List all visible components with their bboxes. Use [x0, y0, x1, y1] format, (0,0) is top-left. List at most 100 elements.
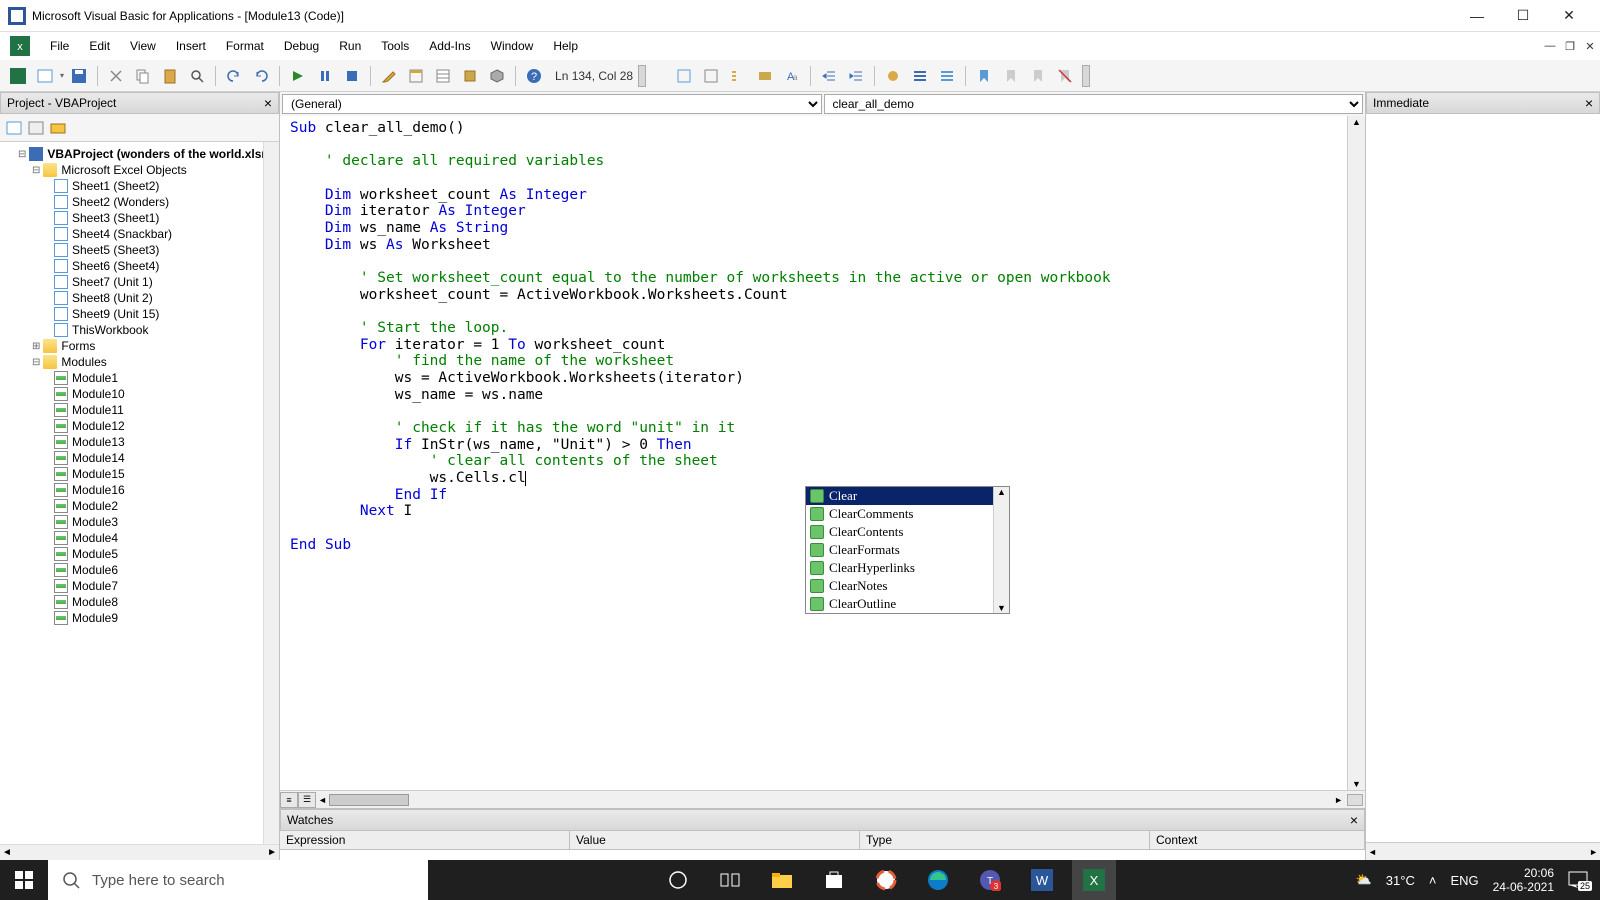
undo-button[interactable]	[222, 64, 246, 88]
view-code-button[interactable]	[6, 120, 22, 136]
tree-module-item[interactable]: Module8	[54, 594, 277, 610]
tree-sheet-item[interactable]: Sheet2 (Wonders)	[54, 194, 277, 210]
intellisense-item[interactable]: ClearContents	[806, 523, 1009, 541]
intellisense-scrollbar[interactable]: ▲▼	[993, 487, 1009, 613]
insert-dropdown-button[interactable]	[33, 64, 57, 88]
tree-module-item[interactable]: Module14	[54, 450, 277, 466]
intellisense-item[interactable]: ClearComments	[806, 505, 1009, 523]
start-button[interactable]	[0, 860, 48, 900]
tree-module-item[interactable]: Module5	[54, 546, 277, 562]
toolbox-button[interactable]	[485, 64, 509, 88]
immediate-text-area[interactable]	[1366, 114, 1600, 842]
menu-format[interactable]: Format	[216, 35, 274, 57]
project-tree[interactable]: VBAProject (wonders of the world.xlsm) M…	[0, 142, 279, 844]
object-scope-dropdown[interactable]: (General)	[282, 94, 822, 114]
watches-column-header[interactable]: Type	[860, 831, 1150, 849]
run-button[interactable]	[286, 64, 310, 88]
tree-modules-folder[interactable]: Modules	[32, 354, 277, 370]
teams-button[interactable]: T3	[968, 860, 1012, 900]
cut-button[interactable]	[104, 64, 128, 88]
paste-button[interactable]	[158, 64, 182, 88]
project-explorer-button[interactable]	[404, 64, 428, 88]
temperature-label[interactable]: 31°C	[1386, 873, 1415, 888]
microsoft-store-button[interactable]	[812, 860, 856, 900]
tree-module-item[interactable]: Module15	[54, 466, 277, 482]
tree-sheet-item[interactable]: Sheet8 (Unit 2)	[54, 290, 277, 306]
outdent-button[interactable]	[844, 64, 868, 88]
tree-sheet-item[interactable]: Sheet5 (Sheet3)	[54, 242, 277, 258]
toggle-folders-button[interactable]	[50, 120, 66, 136]
tree-module-item[interactable]: Module16	[54, 482, 277, 498]
tree-sheet-item[interactable]: Sheet9 (Unit 15)	[54, 306, 277, 322]
toolbar-overflow-2[interactable]	[1082, 65, 1090, 87]
tree-module-item[interactable]: Module11	[54, 402, 277, 418]
find-button[interactable]	[185, 64, 209, 88]
tree-sheet-item[interactable]: Sheet7 (Unit 1)	[54, 274, 277, 290]
tree-module-item[interactable]: Module13	[54, 434, 277, 450]
intellisense-popup[interactable]: ClearClearCommentsClearContentsClearForm…	[805, 486, 1010, 614]
redo-button[interactable]	[249, 64, 273, 88]
watches-close-button[interactable]: ×	[1350, 812, 1358, 828]
intellisense-item[interactable]: ClearNotes	[806, 577, 1009, 595]
tree-sheet-item[interactable]: Sheet4 (Snackbar)	[54, 226, 277, 242]
immediate-horizontal-scrollbar[interactable]: ◄►	[1366, 842, 1600, 860]
menu-debug[interactable]: Debug	[274, 35, 329, 57]
mdi-minimize-button[interactable]: —	[1540, 36, 1560, 56]
breakpoint-button[interactable]	[881, 64, 905, 88]
file-explorer-button[interactable]	[760, 860, 804, 900]
language-indicator[interactable]: ENG	[1450, 873, 1478, 888]
mdi-close-button[interactable]: ✕	[1580, 36, 1600, 56]
full-module-view-button[interactable]: ☰	[298, 792, 316, 808]
procedure-view-button[interactable]: ≡	[280, 792, 298, 808]
task-view-button[interactable]	[708, 860, 752, 900]
cortana-button[interactable]	[656, 860, 700, 900]
tree-sheet-item[interactable]: Sheet1 (Sheet2)	[54, 178, 277, 194]
save-button[interactable]	[67, 64, 91, 88]
design-mode-button[interactable]	[377, 64, 401, 88]
tree-module-item[interactable]: Module9	[54, 610, 277, 626]
tree-vertical-scrollbar[interactable]	[263, 142, 279, 844]
uncomment-block-button[interactable]	[935, 64, 959, 88]
immediate-close-button[interactable]: ×	[1585, 95, 1593, 111]
browser-button-1[interactable]	[864, 860, 908, 900]
tree-module-item[interactable]: Module7	[54, 578, 277, 594]
word-button[interactable]: W	[1020, 860, 1064, 900]
bookmark-toggle-button[interactable]	[972, 64, 996, 88]
tree-forms-folder[interactable]: Forms	[32, 338, 277, 354]
mdi-restore-button[interactable]: ❐	[1560, 36, 1580, 56]
intellisense-item[interactable]: ClearFormats	[806, 541, 1009, 559]
tree-module-item[interactable]: Module10	[54, 386, 277, 402]
object-browser-button[interactable]	[458, 64, 482, 88]
bookmark-next-button[interactable]	[999, 64, 1023, 88]
watches-column-header[interactable]: Expression	[280, 831, 570, 849]
taskbar-search-box[interactable]: Type here to search	[48, 860, 428, 900]
menu-insert[interactable]: Insert	[166, 35, 216, 57]
watches-column-header[interactable]: Value	[570, 831, 860, 849]
intellisense-item[interactable]: Clear	[806, 487, 1009, 505]
tree-module-item[interactable]: Module2	[54, 498, 277, 514]
taskbar-clock[interactable]: 20:06 24-06-2021	[1493, 866, 1554, 895]
code-vertical-scrollbar[interactable]: ▲▼	[1347, 116, 1365, 790]
copy-button[interactable]	[131, 64, 155, 88]
tray-chevron-icon[interactable]: ˄	[1429, 873, 1437, 888]
view-object-button[interactable]	[28, 120, 44, 136]
code-horizontal-scrollbar[interactable]: ◄►	[316, 794, 1365, 806]
reset-button[interactable]	[340, 64, 364, 88]
project-explorer-close-button[interactable]: ×	[264, 95, 272, 111]
tree-project-root[interactable]: VBAProject (wonders of the world.xlsm)	[18, 146, 277, 162]
edge-button[interactable]	[916, 860, 960, 900]
indent-button[interactable]	[817, 64, 841, 88]
tree-module-item[interactable]: Module4	[54, 530, 277, 546]
excel-view-button[interactable]	[6, 64, 30, 88]
menu-run[interactable]: Run	[329, 35, 371, 57]
menu-view[interactable]: View	[120, 35, 166, 57]
tree-module-item[interactable]: Module1	[54, 370, 277, 386]
menu-tools[interactable]: Tools	[371, 35, 419, 57]
properties-button[interactable]	[431, 64, 455, 88]
bookmark-clear-button[interactable]	[1053, 64, 1077, 88]
menu-help[interactable]: Help	[543, 35, 588, 57]
tree-sheet-item[interactable]: Sheet3 (Sheet1)	[54, 210, 277, 226]
menu-add-ins[interactable]: Add-Ins	[419, 35, 480, 57]
tree-module-item[interactable]: Module6	[54, 562, 277, 578]
bookmark-prev-button[interactable]	[1026, 64, 1050, 88]
